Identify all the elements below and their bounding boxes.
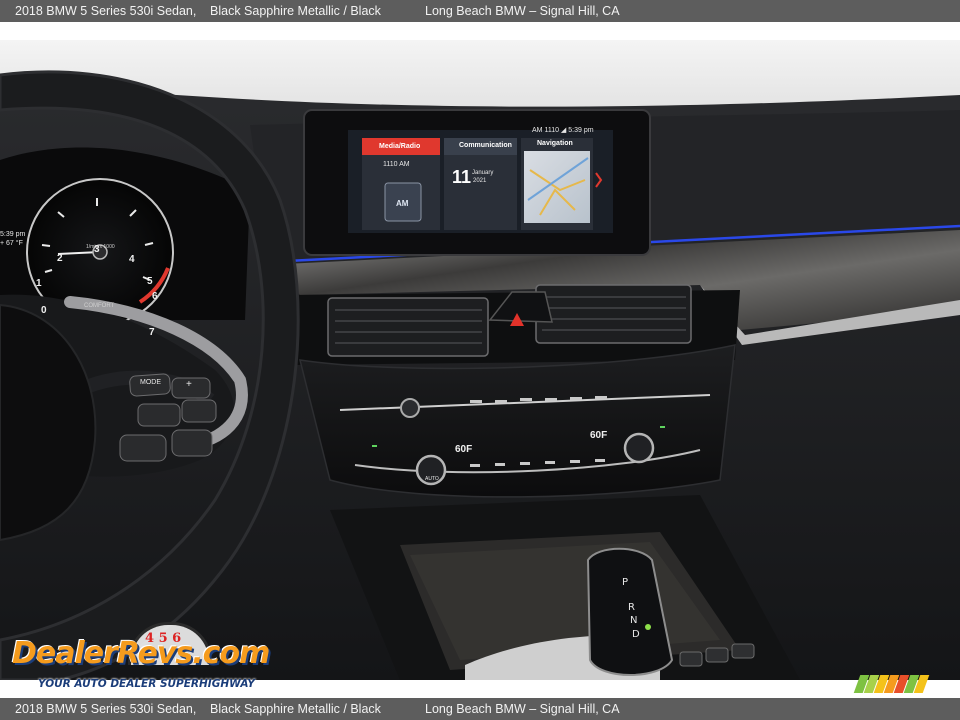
vehicle-color-bottom: Black Sapphire Metallic / Black <box>210 702 381 716</box>
navigation-tile-label: Navigation <box>537 140 573 147</box>
dealerrevs-logo: DealerRevs.com <box>12 636 270 671</box>
climate-left-temp: 60F <box>455 444 473 455</box>
dashboard-photo: P R ND AM 1110 ◢ 5:39 pm Media/Radio 1110… <box>0 40 960 680</box>
cluster-mode: COMFORT <box>84 303 115 309</box>
vehicle-title-bottom: 2018 BMW 5 Series 530i Sedan, <box>15 702 197 716</box>
vehicle-title: 2018 BMW 5 Series 530i Sedan, <box>15 4 197 18</box>
svg-text:D: D <box>632 629 640 640</box>
dashboard-illustration: P R ND <box>0 40 960 680</box>
cluster-time: 5:39 pm <box>0 231 26 238</box>
gauge-tick-0: 0 <box>41 305 47 316</box>
dealerrevs-tagline: YOUR AUTO DEALER SUPERHIGHWAY <box>38 678 255 690</box>
media-tile <box>362 138 440 230</box>
cluster-unit: 1/min x 1000 <box>86 244 115 250</box>
gauge-tick-1: 1 <box>36 278 42 289</box>
gauge-tick-5: 5 <box>147 276 153 287</box>
svg-text:N: N <box>630 615 637 626</box>
calendar-month: January <box>472 170 494 176</box>
color-stripes-logo-icon <box>853 675 933 693</box>
dealer-name-bottom: Long Beach BMW – Signal Hill, CA <box>425 702 620 716</box>
plus-button-label: + <box>186 379 192 390</box>
mode-button-label: MODE <box>140 379 161 386</box>
gauge-tick-2: 2 <box>57 253 63 264</box>
dealer-name: Long Beach BMW – Signal Hill, CA <box>425 4 620 18</box>
media-badge: AM <box>396 199 409 208</box>
caption-bar-top: 2018 BMW 5 Series 530i Sedan, Black Sapp… <box>0 0 960 22</box>
navigation-tile <box>521 138 593 230</box>
gauge-tick-4: 4 <box>129 254 135 265</box>
calendar-year: 2021 <box>473 178 487 184</box>
gauge-tick-6: 6 <box>152 291 158 302</box>
media-station: 1110 AM <box>383 161 410 168</box>
svg-text:P: P <box>622 577 628 588</box>
gauge-tick-7: 7 <box>149 327 155 338</box>
climate-right-temp: 60F <box>590 430 608 441</box>
media-tile-label: Media/Radio <box>379 143 421 150</box>
svg-text:R: R <box>628 602 635 613</box>
screen-status: AM 1110 ◢ 5:39 pm <box>532 127 594 134</box>
cluster-temp: + 67 °F <box>0 240 23 247</box>
vehicle-color: Black Sapphire Metallic / Black <box>210 4 381 18</box>
calendar-day: 11 <box>452 167 472 187</box>
communication-tile-label: Communication <box>459 142 512 149</box>
climate-auto-label: AUTO <box>425 476 439 482</box>
caption-bar-bottom: 2018 BMW 5 Series 530i Sedan, Black Sapp… <box>0 698 960 720</box>
gauge-tick-3: 3 <box>94 244 100 255</box>
dealerrevs-watermark: 4 5 6 DealerRevs.com YOUR AUTO DEALER SU… <box>10 622 270 692</box>
